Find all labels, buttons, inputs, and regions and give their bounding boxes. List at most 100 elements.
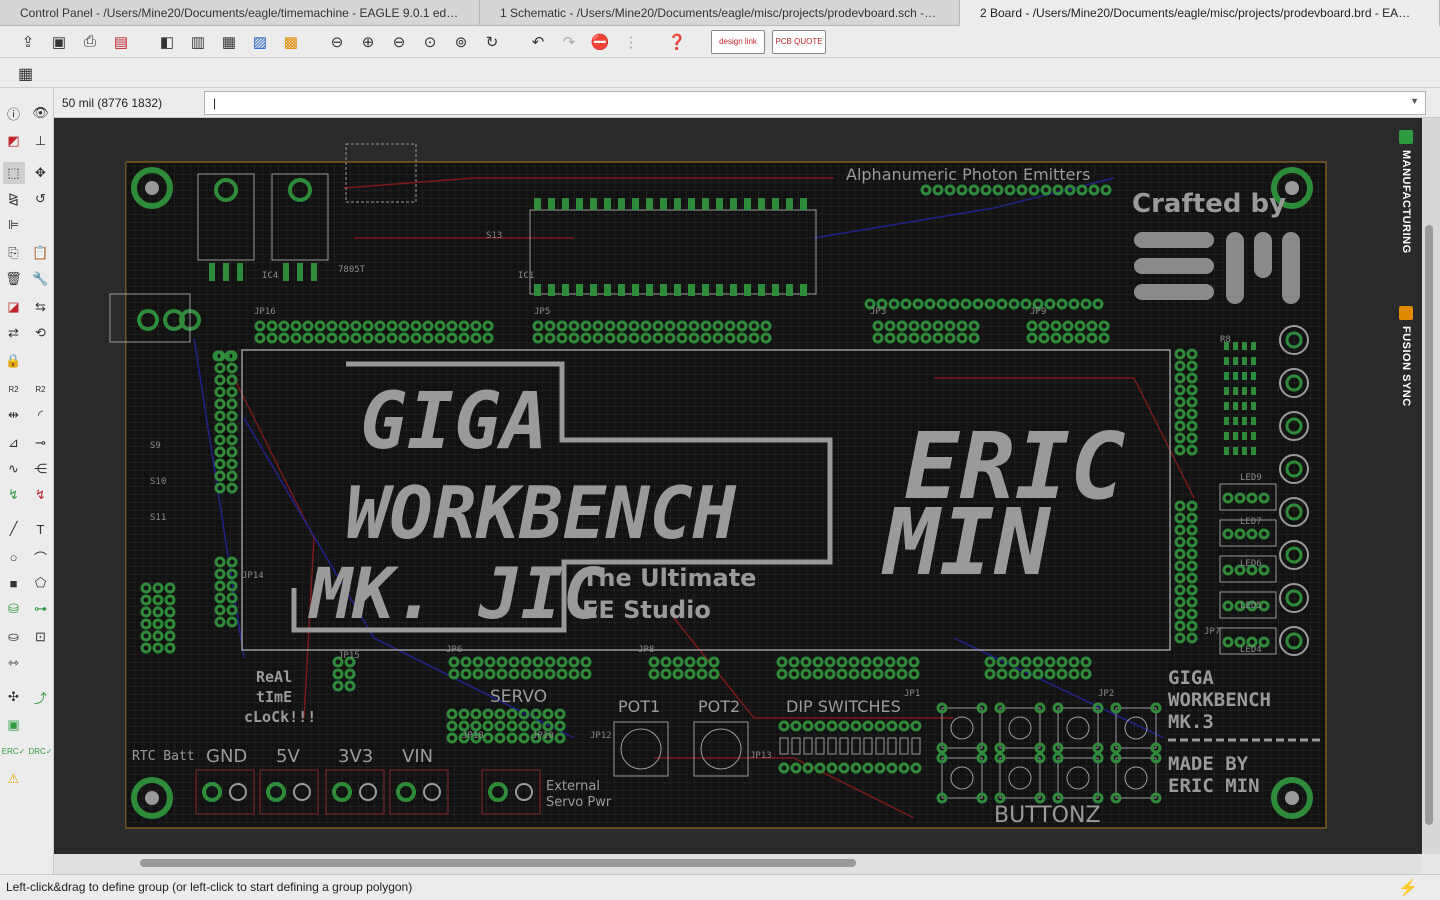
group-icon[interactable]: ⬚ — [2, 162, 25, 184]
line-icon[interactable]: ╱ — [3, 518, 25, 540]
info-icon[interactable]: ⓘ — [3, 102, 25, 124]
ic1-pad — [604, 284, 611, 296]
replace-icon[interactable]: ◪ — [3, 296, 25, 318]
align-icon[interactable]: ⊫ — [3, 214, 25, 236]
arc-icon[interactable]: ⌒ — [30, 546, 52, 568]
resistor-pad — [1224, 372, 1229, 380]
redraw-icon[interactable]: ↻ — [480, 30, 504, 54]
value-icon[interactable]: R2 — [3, 378, 25, 400]
tab-control-panel[interactable]: Control Panel - /Users/Mine20/Documents/… — [0, 0, 480, 26]
lightning-icon[interactable]: ⚡ — [1398, 878, 1418, 898]
coordinate-display: 50 mil (8776 1832) — [62, 96, 163, 110]
paste-icon[interactable]: 📋 — [30, 242, 52, 264]
rect-icon[interactable]: ■ — [3, 572, 25, 594]
undo-icon[interactable]: ↶ — [526, 30, 550, 54]
smash-icon[interactable]: ⇹ — [3, 404, 25, 426]
command-history-dropdown-icon[interactable]: ▼ — [1410, 96, 1419, 106]
zoom-in-icon[interactable]: ⊕ — [356, 30, 380, 54]
ic1-pad — [590, 284, 597, 296]
rotate-icon[interactable]: ↺ — [30, 188, 52, 210]
open-icon[interactable]: ⇪ — [16, 30, 40, 54]
secondary-toolbar: ▦ — [0, 58, 1440, 88]
miter-icon[interactable]: ◜ — [30, 404, 52, 426]
board-switch-icon[interactable]: ◧ — [155, 30, 179, 54]
ulp-icon[interactable]: ▩ — [279, 30, 303, 54]
zoom-select-icon[interactable]: ⊙ — [418, 30, 442, 54]
mark-icon[interactable]: ⊥ — [30, 130, 52, 152]
external-servo-label-2: Servo Pwr — [546, 795, 612, 810]
horizontal-scrollbar-thumb[interactable] — [140, 859, 856, 867]
hole-icon[interactable]: ⛀ — [3, 626, 25, 648]
ic1-pad — [744, 284, 751, 296]
stop-icon[interactable]: ⛔ — [588, 30, 612, 54]
move-icon[interactable]: ✥ — [30, 162, 52, 184]
optimize-icon[interactable]: ⟲ — [30, 322, 52, 344]
save-icon[interactable]: ▣ — [47, 30, 71, 54]
grid-icon[interactable]: ▦ — [18, 64, 38, 83]
ic1-pad — [604, 198, 611, 210]
ic1-pad — [674, 198, 681, 210]
tab-board[interactable]: 2 Board - /Users/Mine20/Documents/eagle/… — [960, 0, 1440, 26]
drc-icon[interactable]: DRC✓ — [28, 740, 52, 762]
resistor-pad — [1242, 417, 1247, 425]
route-icon[interactable]: ↯ — [3, 484, 25, 506]
cam-icon[interactable]: ▤ — [109, 30, 133, 54]
fusion-sync-tab[interactable]: FUSION SYNC — [1392, 300, 1420, 440]
fanout-icon[interactable]: ⋲ — [30, 458, 52, 480]
ripup-polygon-icon[interactable]: ▣ — [3, 714, 25, 736]
component-label: JP14 — [242, 571, 264, 581]
tab-schematic[interactable]: 1 Schematic - /Users/Mine20/Documents/ea… — [480, 0, 960, 26]
vertical-scrollbar-thumb[interactable] — [1425, 225, 1433, 825]
cam-processor-icon[interactable]: ▥ — [186, 30, 210, 54]
attribute-icon[interactable]: ⊡ — [30, 626, 52, 648]
library-icon[interactable]: ▦ — [217, 30, 241, 54]
board-canvas[interactable]: GIGA WORKBENCH MK. JIC The Ultimate EE S… — [54, 118, 1422, 854]
ic1-pad — [632, 198, 639, 210]
text-icon[interactable]: T — [30, 518, 52, 540]
split-icon[interactable]: ⊿ — [3, 432, 25, 454]
signal-icon[interactable]: ⊶ — [30, 598, 52, 620]
ripup-icon[interactable]: ⊸ — [30, 432, 52, 454]
pcb-quote-button[interactable]: PCB QUOTE — [772, 29, 826, 54]
lock-icon[interactable]: 🔒 — [3, 350, 25, 372]
erc-icon[interactable]: ERC✓ — [2, 740, 26, 762]
manufacturing-tab[interactable]: MANUFACTURING — [1392, 124, 1420, 274]
component-label: LED5 — [1240, 601, 1262, 611]
polygon-icon[interactable]: ⬠ — [30, 572, 52, 594]
resistor-pad — [1251, 432, 1256, 440]
show-icon[interactable]: 👁 — [30, 102, 52, 124]
swap-icon[interactable]: ⇄ — [3, 322, 25, 344]
copy-icon[interactable]: ⎘ — [3, 242, 25, 264]
autoroute-icon[interactable]: ↯ — [30, 484, 52, 506]
design-link-button[interactable]: design link — [711, 29, 765, 54]
script-icon[interactable]: ▨ — [248, 30, 272, 54]
command-input[interactable]: | ▼ — [204, 91, 1426, 115]
dimension-icon[interactable]: ⇿ — [3, 652, 25, 674]
resistor-pad — [1251, 417, 1256, 425]
errors-icon[interactable]: ⚠ — [3, 768, 25, 790]
delete-icon[interactable]: 🗑 — [3, 268, 25, 290]
resistor-pad — [1242, 372, 1247, 380]
name-icon[interactable]: R2 — [30, 378, 52, 400]
zoom-out-icon[interactable]: ⊖ — [387, 30, 411, 54]
help-icon[interactable]: ❓ — [665, 30, 689, 54]
change-icon[interactable]: ⇆ — [30, 296, 52, 318]
horizontal-scrollbar[interactable] — [54, 854, 1422, 874]
print-icon[interactable]: ⎙ — [78, 30, 102, 54]
resistor-pad — [1251, 447, 1256, 455]
redo-icon[interactable]: ↷ — [557, 30, 581, 54]
layer-settings-icon[interactable]: ◩ — [3, 130, 25, 152]
resistor-pad — [1233, 447, 1238, 455]
zoom-fit-icon[interactable]: ⊖ — [325, 30, 349, 54]
go-icon[interactable]: ⋮ — [619, 30, 643, 54]
meander-icon[interactable]: ∿ — [3, 458, 25, 480]
properties-icon[interactable]: 🔧 — [30, 268, 52, 290]
circle-icon[interactable]: ○ — [3, 546, 25, 568]
mirror-icon[interactable]: ⧎ — [3, 188, 25, 210]
route-airwire-icon[interactable]: ⤴ — [30, 686, 52, 708]
via-icon[interactable]: ⛁ — [3, 598, 25, 620]
zoom-last-icon[interactable]: ⊚ — [449, 30, 473, 54]
resistor-pad — [1224, 447, 1229, 455]
component-label: JP10 — [532, 731, 554, 741]
ratsnest-icon[interactable]: ✣ — [3, 686, 25, 708]
